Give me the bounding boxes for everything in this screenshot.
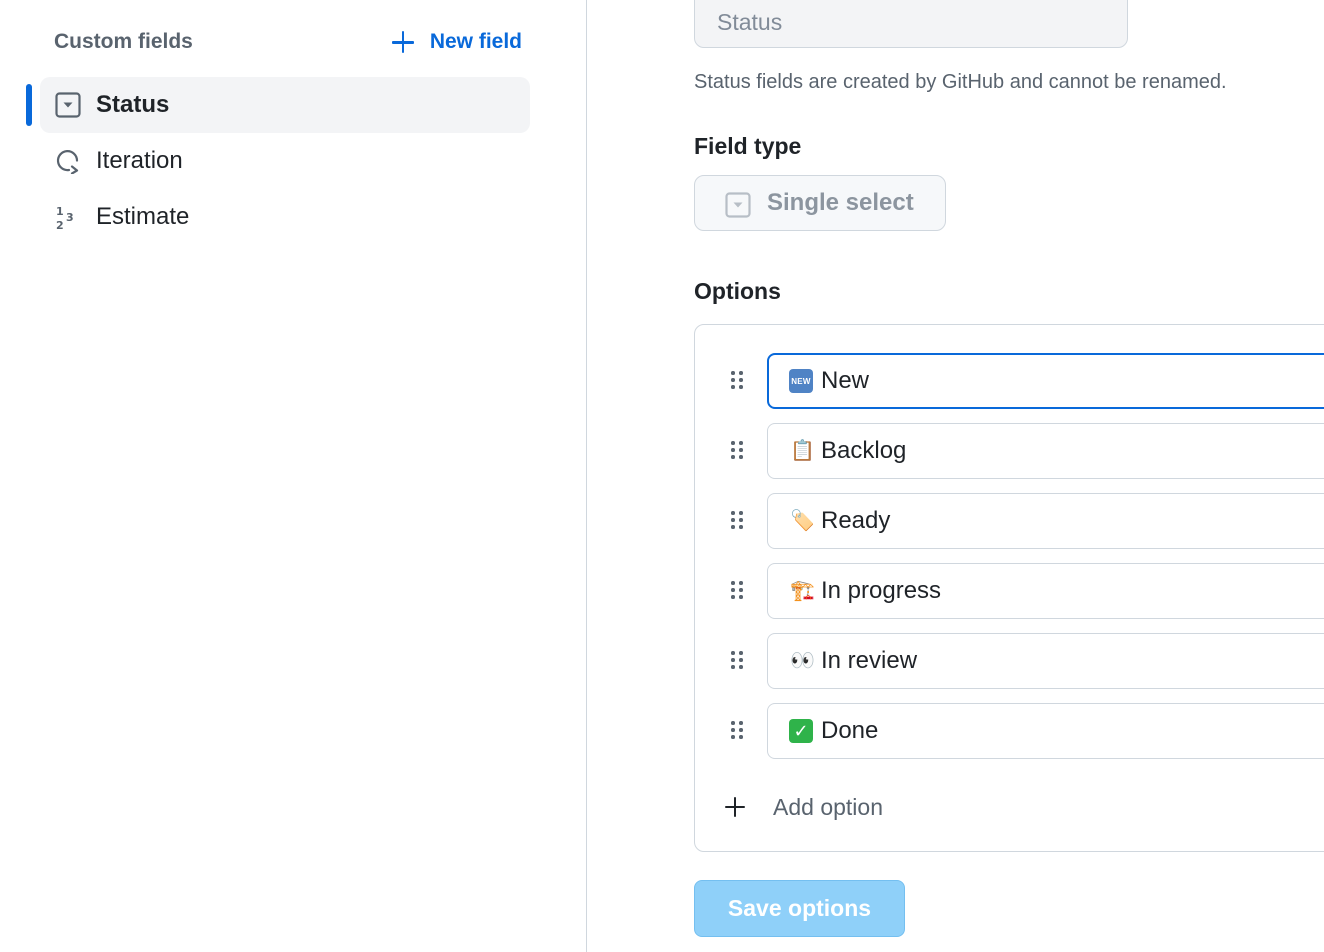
option-label: Done	[821, 717, 879, 744]
eyes-emoji-icon: 👀	[790, 650, 815, 672]
field-name-note: Status fields are created by GitHub and …	[694, 71, 1227, 93]
option-input[interactable]: ✓ Done	[767, 703, 1324, 759]
field-type-label: Single select	[767, 189, 914, 216]
sidebar-header: Custom fields New field	[54, 22, 524, 62]
field-settings-panel: Status Status fields are created by GitH…	[588, 0, 1324, 952]
project-field-settings: Custom fields New field Status Iteration…	[0, 0, 1324, 952]
sidebar-item-label: Estimate	[96, 203, 190, 230]
option-label: In progress	[821, 577, 942, 604]
new-emoji-icon: NEW	[789, 369, 813, 393]
add-option-button[interactable]: Add option	[725, 787, 883, 827]
option-row: 🏷️ Ready	[695, 493, 1324, 549]
number-icon: 1 3 2	[55, 204, 81, 232]
clipboard-emoji-icon: 📋	[790, 440, 815, 462]
sidebar-title: Custom fields	[54, 30, 193, 53]
option-row: 📋 Backlog	[695, 423, 1324, 479]
option-label: Backlog	[821, 437, 907, 464]
sidebar-item-estimate[interactable]: 1 3 2 Estimate	[40, 189, 530, 245]
field-name-input: Status	[694, 0, 1128, 48]
drag-handle-icon[interactable]	[731, 721, 745, 741]
save-options-button[interactable]: Save options	[694, 880, 905, 937]
drag-handle-icon[interactable]	[731, 511, 745, 531]
svg-text:3: 3	[66, 211, 74, 224]
plus-icon	[725, 797, 745, 817]
option-label: Ready	[821, 507, 891, 534]
option-input[interactable]: 🏷️ Ready	[767, 493, 1324, 549]
custom-fields-sidebar: Custom fields New field Status Iteration…	[0, 0, 587, 952]
option-input[interactable]: 🏗️ In progress	[767, 563, 1324, 619]
option-row: ✓ Done	[695, 703, 1324, 759]
check-mark-emoji-icon: ✓	[789, 719, 813, 743]
sidebar-item-label: Iteration	[96, 147, 183, 174]
option-row: 👀 In review	[695, 633, 1324, 689]
svg-text:1: 1	[56, 205, 64, 218]
field-type-heading: Field type	[694, 133, 802, 159]
options-list: NEW New 📋 Backlog 🏷️ Ready 🏗️ In progres…	[694, 324, 1324, 852]
option-row: NEW New	[695, 353, 1324, 409]
option-input[interactable]: 📋 Backlog	[767, 423, 1324, 479]
options-heading: Options	[694, 278, 781, 304]
sidebar-item-status[interactable]: Status	[40, 77, 530, 133]
option-input[interactable]: NEW New	[767, 353, 1324, 409]
sidebar-item-label: Status	[96, 91, 170, 118]
active-indicator	[26, 84, 32, 126]
plus-icon	[391, 31, 414, 53]
field-type-select[interactable]: Single select	[694, 175, 946, 231]
drag-handle-icon[interactable]	[731, 371, 745, 391]
option-label: New	[821, 367, 870, 394]
drag-handle-icon[interactable]	[731, 651, 745, 671]
label-tag-emoji-icon: 🏷️	[790, 510, 815, 532]
single-select-icon	[725, 192, 751, 218]
option-input[interactable]: 👀 In review	[767, 633, 1324, 689]
construction-emoji-icon: 🏗️	[790, 580, 815, 602]
drag-handle-icon[interactable]	[731, 441, 745, 461]
drag-handle-icon[interactable]	[731, 581, 745, 601]
iteration-icon	[55, 148, 81, 175]
single-select-icon	[55, 92, 81, 118]
sidebar-item-iteration[interactable]: Iteration	[40, 133, 530, 189]
option-row: 🏗️ In progress	[695, 563, 1324, 619]
add-option-label: Add option	[773, 793, 883, 820]
new-field-button[interactable]: New field	[391, 26, 522, 58]
option-label: In review	[821, 647, 918, 674]
svg-text:2: 2	[56, 219, 64, 232]
new-field-label: New field	[429, 30, 522, 53]
